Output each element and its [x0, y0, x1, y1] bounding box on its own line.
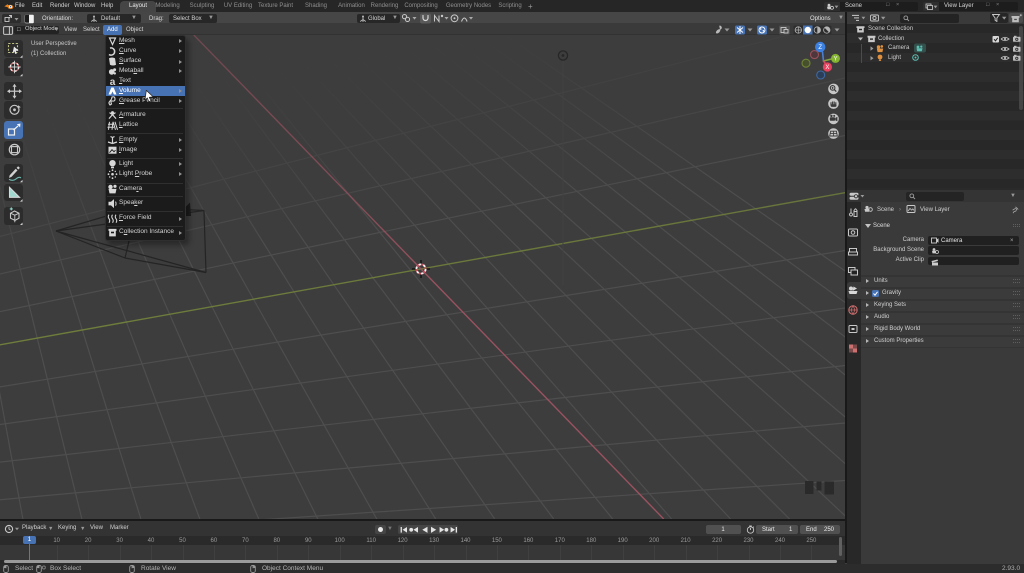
svg-text:Y: Y: [833, 56, 837, 62]
svg-text:X: X: [825, 65, 829, 71]
svg-text:a: a: [109, 77, 115, 88]
svg-text:Z: Z: [818, 45, 822, 51]
